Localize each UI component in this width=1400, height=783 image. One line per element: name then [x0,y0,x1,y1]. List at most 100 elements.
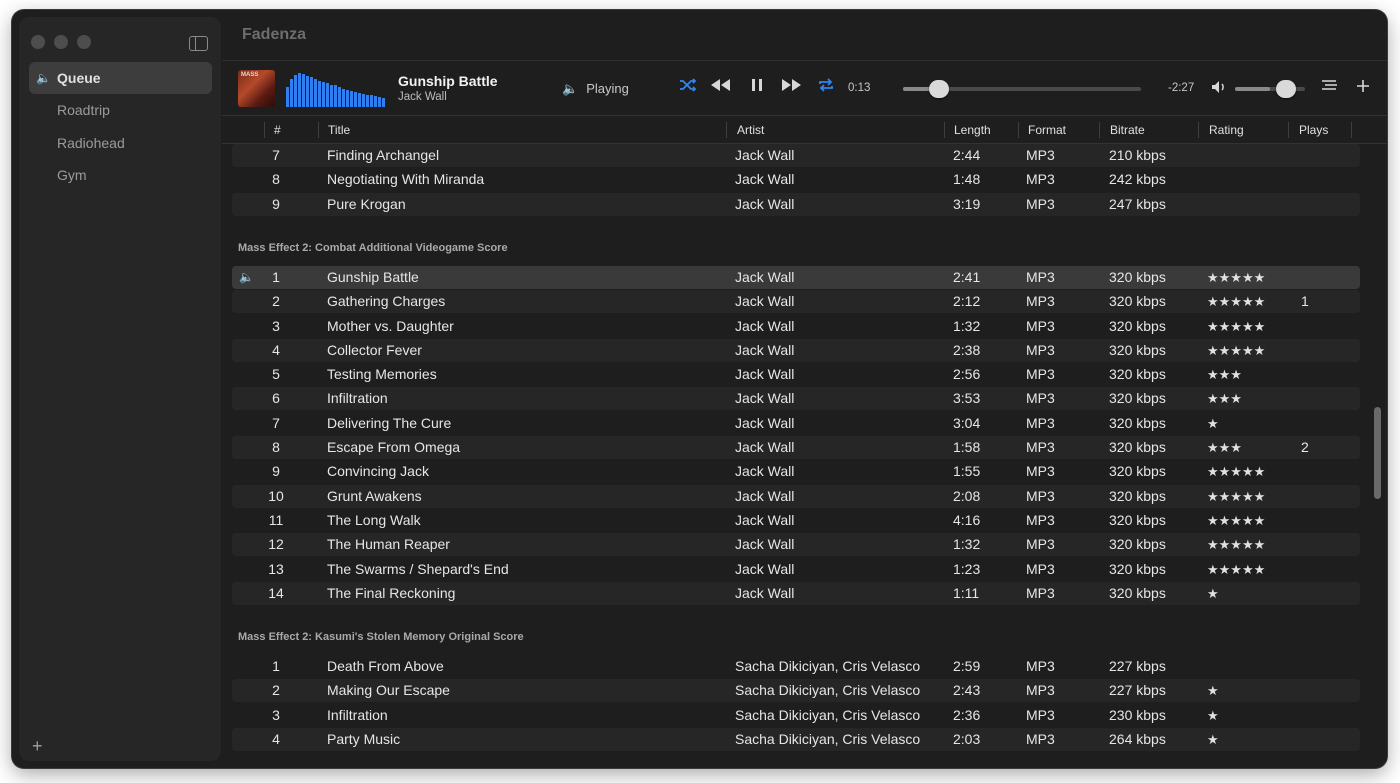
table-row[interactable]: 8 Escape From Omega Jack Wall 1:58 MP3 320 kb… [232,436,1360,459]
progress-slider[interactable] [903,80,1141,98]
track-rating[interactable]: ★★★★★ [1207,533,1265,556]
column-bitrate[interactable]: Bitrate [1110,116,1145,144]
column-format[interactable]: Format [1028,116,1066,144]
track-length: 1:23 [953,560,981,577]
table-row[interactable]: 9 Convincing Jack Jack Wall 1:55 MP3 320 kbps… [232,460,1360,483]
track-title: Finding Archangel [327,147,440,163]
table-row[interactable]: 7 Finding Archangel Jack Wall 2:44 MP3 210 kb… [232,144,1360,167]
track-length: 3:19 [953,195,981,212]
plus-icon[interactable] [1355,78,1371,100]
track-plays: 2 [1301,439,1309,455]
table-row[interactable]: 2 Gathering Charges Jack Wall 2:12 MP3 320 kb… [232,290,1360,314]
track-artist: Jack Wall [735,317,795,334]
table-row[interactable]: 3 Infiltration Sacha Dikiciyan, Cris Velas… [232,704,1360,727]
sidebar-toggle-icon[interactable] [189,36,208,51]
add-playlist-button[interactable]: + [32,736,43,757]
track-number: 4 [272,731,280,747]
track-rating[interactable]: ★★★ [1207,363,1242,386]
track-rating[interactable]: ★★★★★ [1207,266,1265,289]
track-length: 2:08 [953,487,981,504]
track-rating[interactable]: ★ [1207,582,1219,605]
table-row[interactable]: 4 Collector Fever Jack Wall 2:38 MP3 320 kbps… [232,338,1360,362]
track-format: MP3 [1026,706,1055,723]
table-row[interactable]: 5 Testing Memories Jack Wall 2:56 MP3 320 kbp… [232,363,1360,386]
track-rating[interactable]: ★★★ [1207,387,1242,410]
volume-slider[interactable] [1235,80,1305,98]
column-artist[interactable]: Artist [737,116,764,144]
table-row[interactable]: 13 The Swarms / Shepard's End Jack Wall 1:2… [232,558,1360,581]
table-row[interactable]: 1 Death From Above Sacha Dikiciyan, Cris V… [232,655,1360,678]
sidebar-item-label: Gym [57,167,87,183]
track-number: 6 [272,390,280,407]
pause-icon[interactable] [751,76,763,100]
table-row[interactable]: 12 The Human Reaper Jack Wall 1:32 MP3 320 kb… [232,533,1360,557]
volume-knob[interactable] [1276,80,1296,98]
table-row[interactable]: 3 Mother vs. Daughter Jack Wall 1:32 MP3 320 … [232,315,1360,338]
track-title: Mother vs. Daughter [327,317,454,334]
track-rating[interactable]: ★★★★★ [1207,339,1265,362]
track-rating[interactable]: ★★★ [1207,436,1242,459]
track-bitrate: 320 kbps [1109,536,1166,553]
track-length: 1:55 [953,463,981,480]
track-rating[interactable]: ★ [1207,728,1219,751]
scrollbar[interactable] [1374,407,1381,499]
column-length[interactable]: Length [954,116,991,144]
progress-knob[interactable] [928,80,949,98]
fast-forward-icon[interactable] [781,76,803,100]
track-rating[interactable]: ★ [1207,412,1219,435]
column-rating[interactable]: Rating [1209,116,1244,144]
track-length: 4:16 [953,511,981,528]
track-artist: Sacha Dikiciyan, Cris Velasco [735,706,921,723]
volume-icon[interactable] [1210,78,1228,102]
track-format: MP3 [1026,390,1055,407]
column-title[interactable]: Title [328,116,350,144]
track-number: 5 [272,366,280,383]
table-row[interactable]: 4 Party Music Sacha Dikiciyan, Cris Velasc… [232,728,1360,751]
table-row[interactable]: 14 The Final Reckoning Jack Wall 1:11 MP3 320… [232,581,1360,605]
close-window-button[interactable] [31,35,45,49]
rewind-icon[interactable] [709,76,731,100]
list-icon[interactable] [1321,78,1339,100]
sidebar-item-queue[interactable]: 🔈 Queue [29,62,212,94]
track-number: 7 [272,147,280,163]
column-plays[interactable]: Plays [1299,116,1328,144]
track-artist: Jack Wall [735,390,795,407]
track-rating[interactable]: ★★★★★ [1207,558,1265,581]
track-format: MP3 [1026,658,1055,675]
track-rating[interactable]: ★★★★★ [1207,315,1265,338]
track-rating[interactable]: ★★★★★ [1207,485,1265,508]
shuffle-icon[interactable] [679,76,697,100]
visualizer-bar [382,98,385,107]
track-format: MP3 [1026,731,1055,747]
track-rating[interactable]: ★★★★★ [1207,460,1265,483]
track-rating[interactable]: ★★★★★ [1207,509,1265,532]
track-rating[interactable]: ★ [1207,704,1219,727]
track-rating[interactable]: ★ [1207,679,1219,702]
track-format: MP3 [1026,463,1055,480]
track-title: Party Music [327,731,401,747]
table-row[interactable]: 8 Negotiating With Miranda Jack Wall 1:48 MP… [232,168,1360,191]
sidebar-item-roadtrip[interactable]: Roadtrip [29,94,212,126]
track-bitrate: 264 kbps [1109,731,1166,747]
now-playing-artist: Jack Wall [398,91,447,103]
table-row[interactable]: 9 Pure Krogan Jack Wall 3:19 MP3 247 kbps [232,192,1360,216]
table-row[interactable]: 11 The Long Walk Jack Wall 4:16 MP3 320 kbps ★… [232,509,1360,532]
minimize-window-button[interactable] [54,35,68,49]
track-number: 12 [268,536,284,553]
track-title: Collector Fever [327,341,422,358]
table-row[interactable]: 2 Making Our Escape Sacha Dikiciyan, Cris … [232,679,1360,703]
table-row[interactable]: 7 Delivering The Cure Jack Wall 3:04 MP3 320 … [232,412,1360,435]
sidebar-item-radiohead[interactable]: Radiohead [29,127,212,159]
album-artwork[interactable] [238,70,275,107]
track-rating[interactable]: ★★★★★ [1207,290,1265,313]
sidebar-item-gym[interactable]: Gym [29,159,212,191]
track-title: Infiltration [327,706,388,723]
track-length: 1:48 [953,171,981,188]
table-row[interactable]: 6 Infiltration Jack Wall 3:53 MP3 320 kbps ★★★ [232,387,1360,411]
zoom-window-button[interactable] [77,35,91,49]
column-number[interactable]: # [274,116,281,144]
repeat-icon[interactable] [817,76,835,100]
table-row-playing[interactable]: 🔈 1 Gunship Battle Jack Wall 2:41 MP3 320 kbps… [232,265,1360,289]
table-row[interactable]: 10 Grunt Awakens Jack Wall 2:08 MP3 320 kbps ★… [232,484,1360,508]
track-format: MP3 [1026,195,1055,212]
